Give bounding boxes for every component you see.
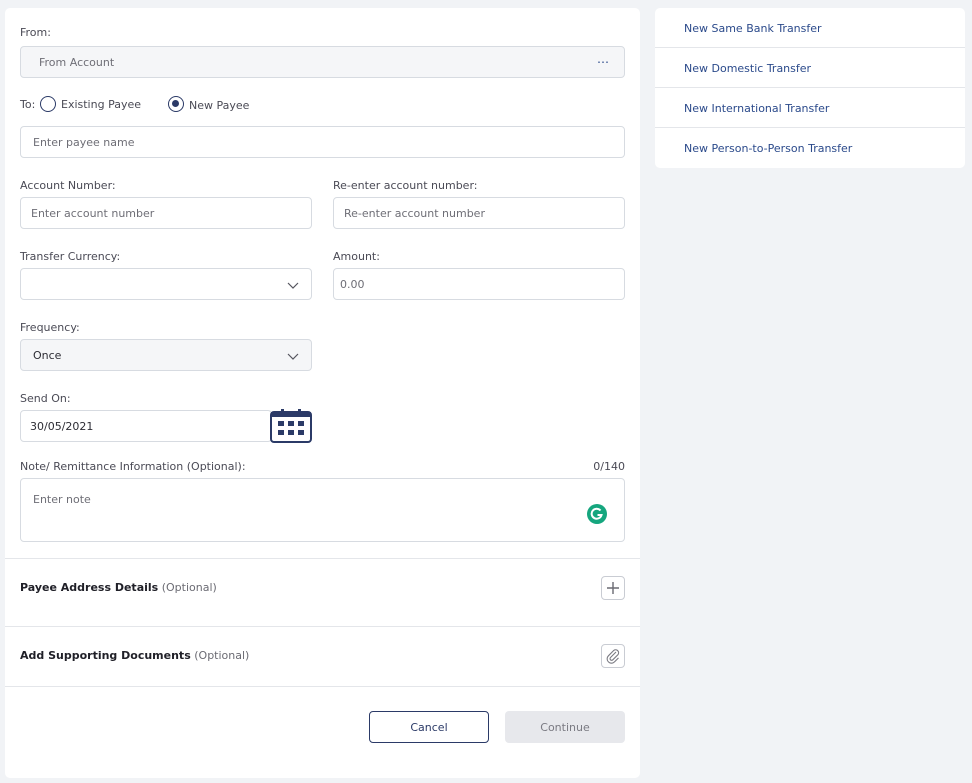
section-divider [5,558,640,559]
new-transfer-links-card: New Same Bank Transfer New Domestic Tran… [655,8,965,168]
payee-name-placeholder: Enter payee name [33,135,135,149]
amount-input[interactable]: 0.00 [333,268,625,300]
chevron-down-icon [287,353,299,360]
note-counter: 0/140 [593,460,625,473]
from-account-placeholder: From Account [39,55,115,69]
frequency-select[interactable]: Once [20,339,312,371]
note-textarea[interactable]: Enter note [20,478,625,542]
amount-value: 0.00 [340,277,365,291]
existing-payee-label: Existing Payee [61,98,141,111]
supporting-docs-header: Add Supporting Documents (Optional) [20,649,249,662]
plus-icon [607,582,619,594]
new-international-transfer-link[interactable]: New International Transfer [655,88,965,128]
currency-label: Transfer Currency: [20,250,121,263]
payee-address-optional: (Optional) [161,581,217,594]
send-on-value: 30/05/2021 [30,419,94,433]
attach-documents-button[interactable] [601,644,625,668]
reenter-account-input[interactable]: Re-enter account number [333,197,625,229]
amount-label: Amount: [333,250,380,263]
new-same-bank-transfer-link[interactable]: New Same Bank Transfer [655,8,965,48]
new-payee-label: New Payee [189,99,250,112]
paperclip-icon [606,649,620,664]
continue-button[interactable]: Continue [505,711,625,743]
send-on-date-input[interactable]: 30/05/2021 [20,410,272,442]
grammarly-icon[interactable] [586,503,608,525]
frequency-label: Frequency: [20,321,80,334]
from-label: From: [20,26,51,39]
chevron-down-icon [287,282,299,289]
section-divider [5,626,640,627]
frequency-value: Once [33,348,62,362]
reenter-account-label: Re-enter account number: [333,179,478,192]
payee-address-title: Payee Address Details [20,581,159,594]
to-label: To: [20,98,36,111]
reenter-account-placeholder: Re-enter account number [344,206,485,220]
existing-payee-radio[interactable] [40,96,56,112]
new-person-to-person-transfer-link[interactable]: New Person-to-Person Transfer [655,128,965,168]
transfer-form-card: From: From Account ⋯ To: Existing Payee … [5,8,640,778]
supporting-docs-optional: (Optional) [194,649,250,662]
cancel-button[interactable]: Cancel [369,711,489,743]
add-payee-address-button[interactable] [601,576,625,600]
currency-select[interactable] [20,268,312,300]
note-label: Note/ Remittance Information (Optional): [20,460,246,473]
payee-name-input[interactable]: Enter payee name [20,126,625,158]
account-number-input[interactable]: Enter account number [20,197,312,229]
send-on-label: Send On: [20,392,71,405]
note-placeholder: Enter note [33,493,91,506]
from-account-select[interactable]: From Account ⋯ [20,46,625,78]
account-number-label: Account Number: [20,179,116,192]
new-payee-radio[interactable] [168,96,184,112]
calendar-icon[interactable] [270,409,312,443]
new-domestic-transfer-link[interactable]: New Domestic Transfer [655,48,965,88]
payee-address-header: Payee Address Details (Optional) [20,581,217,594]
ellipsis-icon[interactable]: ⋯ [597,55,610,69]
supporting-docs-title: Add Supporting Documents [20,649,191,662]
section-divider [5,686,640,687]
account-number-placeholder: Enter account number [31,206,155,220]
